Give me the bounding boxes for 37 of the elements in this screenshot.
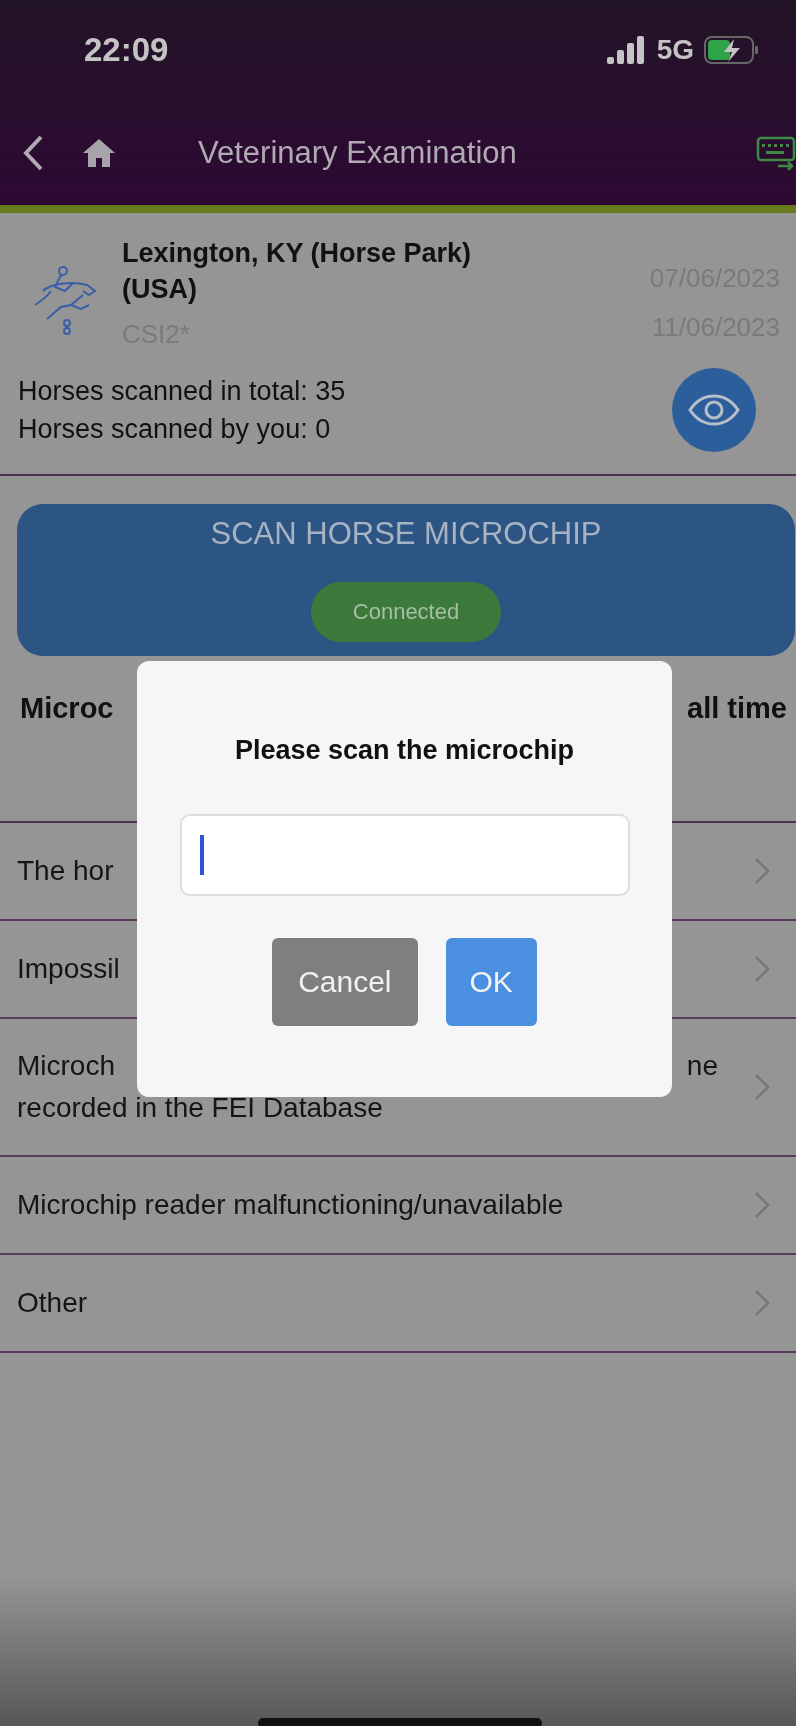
microchip-input-field[interactable] — [179, 814, 630, 896]
keyboard-icon[interactable] — [756, 135, 796, 170]
reason-item[interactable]: Other — [0, 1255, 796, 1353]
chevron-right-icon — [754, 955, 770, 983]
chevron-right-icon — [754, 1191, 770, 1219]
chevron-right-icon — [754, 1073, 770, 1101]
scan-count: Horses scanned by you: 0 — [18, 413, 332, 446]
back-icon[interactable] — [22, 134, 44, 171]
chevron-right-icon — [754, 1289, 770, 1317]
reason-text: Microch — [17, 1052, 115, 1080]
scan-title: SCAN HORSE MICROCHIP — [210, 516, 602, 552]
text-caret — [199, 835, 204, 875]
scan-count: Horses scanned in total: 35 — [18, 375, 346, 408]
battery-charging-icon — [704, 36, 760, 64]
event-name: Lexington, KY (Horse Park) (USA) — [122, 237, 473, 306]
chevron-right-icon — [754, 857, 770, 885]
section-heading: Microc — [20, 691, 114, 726]
status-time: 22:09 — [84, 31, 169, 69]
scan-microchip-button[interactable]: SCAN HORSE MICROCHIP Connected — [17, 504, 795, 656]
home-icon[interactable] — [82, 137, 116, 168]
connection-status: Connected — [311, 582, 501, 642]
dialog-title: Please scan the microchip — [234, 735, 575, 766]
reason-text: Impossil — [17, 955, 120, 983]
signal-icon — [606, 36, 647, 64]
ok-button[interactable]: OK — [445, 938, 537, 1026]
cancel-button[interactable]: Cancel — [272, 938, 418, 1026]
eye-icon — [688, 394, 740, 426]
reason-text: ne — [686, 1052, 718, 1080]
reason-text: Other — [17, 1289, 88, 1317]
reason-item[interactable]: Microchip reader malfunctioning/unavailable — [0, 1157, 796, 1255]
reason-text: recorded in the FEI Database — [17, 1094, 384, 1122]
reason-text: The hor — [17, 857, 114, 885]
page-title: Veterinary Examination — [198, 134, 518, 171]
horse-rider-icon — [33, 265, 99, 337]
network-label: 5G — [656, 34, 694, 66]
reason-text: Microchip reader malfunctioning/unavailable — [17, 1191, 564, 1219]
section-heading: all time — [687, 691, 787, 726]
